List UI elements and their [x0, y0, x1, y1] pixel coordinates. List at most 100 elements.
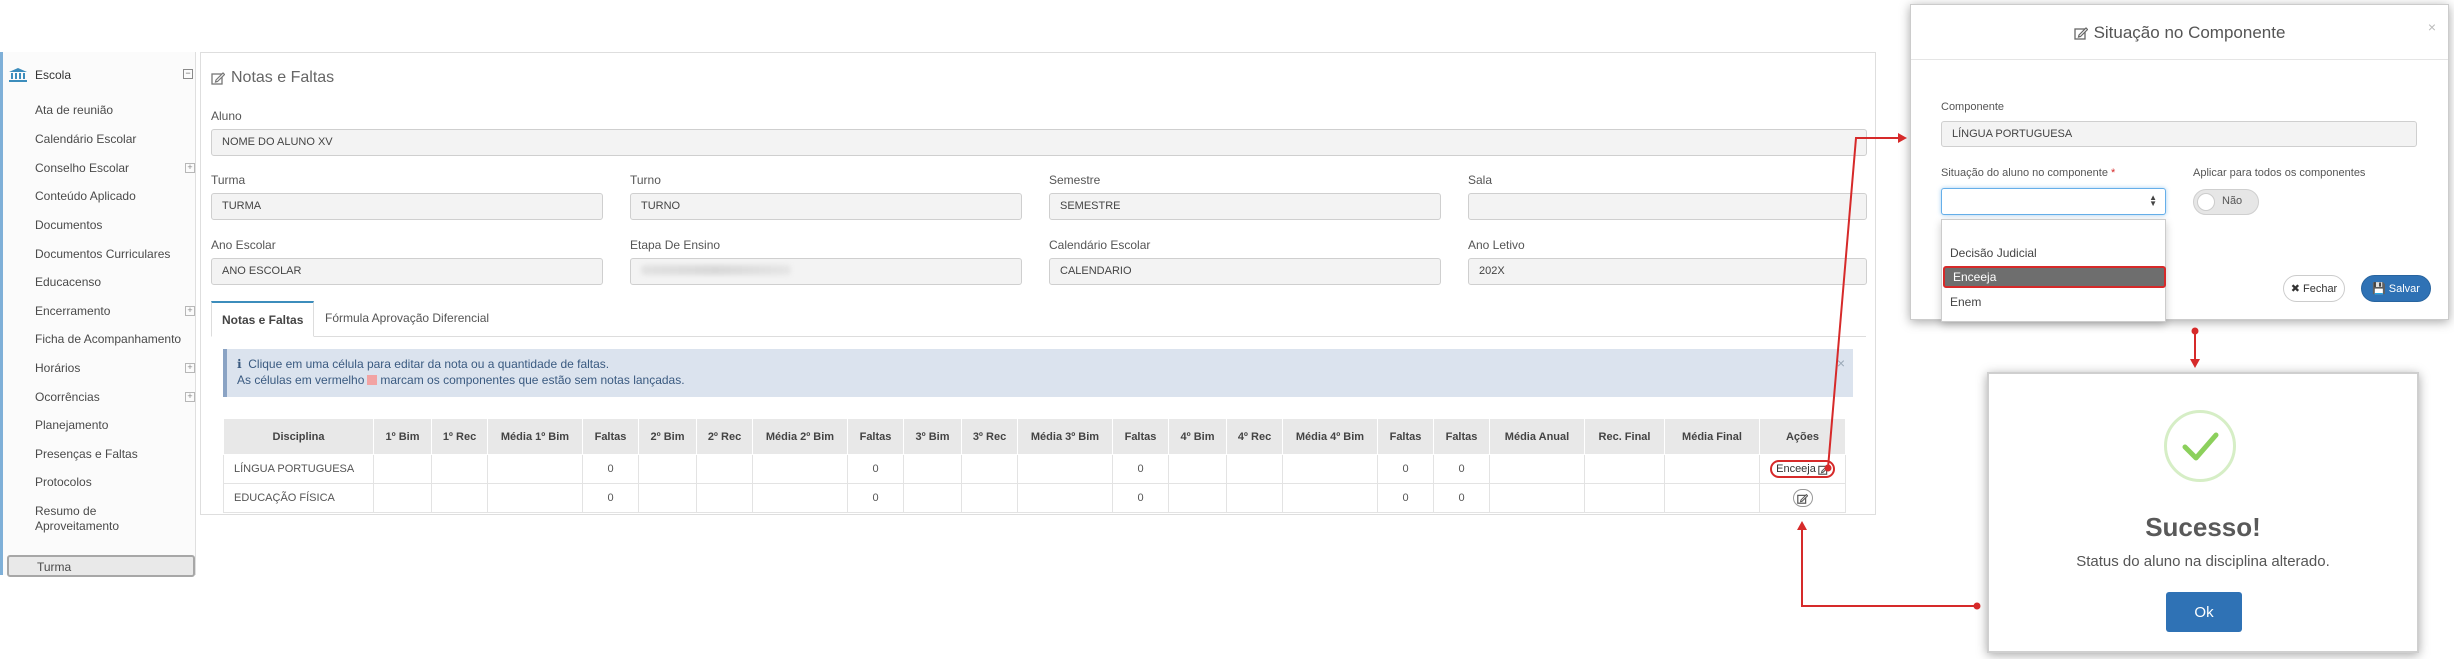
sidebar-item-5[interactable]: Documentos Curriculares — [35, 247, 195, 262]
sidebar-item-6[interactable]: Educacenso — [35, 275, 195, 290]
componente-field[interactable]: LÍNGUA PORTUGUESA — [1941, 121, 2417, 147]
grade-cell[interactable] — [373, 454, 432, 484]
sidebar-item-3[interactable]: Conteúdo Aplicado — [35, 189, 195, 204]
sidebar-item-label: Horários — [35, 361, 81, 375]
fechar-button[interactable]: ✖ Fechar — [2283, 275, 2345, 302]
sidebar-item-label: Educacenso — [35, 275, 102, 289]
discipline-cell: EDUCAÇÃO FÍSICA — [223, 483, 374, 513]
sidebar-item-7[interactable]: Encerramento + — [35, 304, 195, 319]
option-decisao-judicial[interactable]: Decisão Judicial — [1942, 242, 2165, 264]
sidebar-item-9[interactable]: Horários + — [35, 361, 195, 376]
grade-cell[interactable]: 0 — [1433, 454, 1490, 484]
grade-cell[interactable] — [961, 454, 1018, 484]
close-alert-icon[interactable]: × — [1837, 355, 1845, 371]
grade-cell[interactable] — [431, 483, 488, 513]
grade-cell[interactable]: 0 — [847, 454, 904, 484]
grade-cell[interactable] — [431, 454, 488, 484]
grade-cell[interactable] — [1584, 454, 1665, 484]
grade-cell[interactable] — [1489, 483, 1585, 513]
expand-icon[interactable]: + — [185, 392, 195, 402]
aplicar-todos-toggle[interactable]: Não — [2193, 189, 2259, 215]
sidebar-item-1[interactable]: Calendário Escolar — [35, 132, 195, 147]
grade-cell[interactable]: 0 — [582, 483, 639, 513]
semestre-field[interactable]: SEMESTRE — [1049, 193, 1441, 220]
edit-icon — [2073, 27, 2088, 40]
table-row: EDUCAÇÃO FÍSICA 0 0 0 0 0 — [223, 483, 1846, 513]
column-header: Faltas — [582, 418, 639, 455]
grade-cell[interactable] — [638, 483, 697, 513]
sidebar-item-12[interactable]: Presenças e Faltas — [35, 447, 195, 462]
tab-notas-faltas[interactable]: Notas e Faltas — [211, 301, 315, 337]
grade-cell[interactable]: 0 — [847, 483, 904, 513]
expand-icon[interactable]: + — [185, 363, 195, 373]
modal-title: Situação no Componente — [1911, 23, 2448, 43]
calendario-field[interactable]: CALENDARIO — [1049, 258, 1441, 285]
sidebar-item-14[interactable]: Resumo de Aproveitamento — [35, 504, 195, 534]
sidebar-item-label: Protocolos — [35, 475, 92, 489]
edit-status-button[interactable]: Enceeja — [1770, 460, 1835, 478]
sidebar-item-8[interactable]: Ficha de Acompanhamento — [35, 332, 195, 347]
grade-cell[interactable]: 0 — [1112, 454, 1169, 484]
grade-cell[interactable] — [1282, 454, 1378, 484]
close-icon[interactable]: × — [2428, 19, 2436, 35]
turno-field[interactable]: TURNO — [630, 193, 1022, 220]
sidebar-item-2[interactable]: Conselho Escolar + — [35, 161, 195, 176]
sala-field[interactable] — [1468, 193, 1867, 220]
grade-cell[interactable] — [696, 483, 753, 513]
ok-button[interactable]: Ok — [2166, 592, 2242, 632]
grade-cell[interactable]: 0 — [1377, 483, 1434, 513]
expand-icon[interactable]: + — [185, 163, 195, 173]
tab-formula-aprovacao[interactable]: Fórmula Aprovação Diferencial — [315, 301, 499, 337]
grade-cell[interactable] — [752, 483, 848, 513]
sidebar-item-10[interactable]: Ocorrências + — [35, 390, 195, 405]
edit-status-button[interactable] — [1792, 489, 1813, 507]
grade-cell[interactable]: 0 — [1433, 483, 1490, 513]
grade-cell[interactable] — [752, 454, 848, 484]
grade-cell[interactable] — [961, 483, 1018, 513]
grade-cell[interactable] — [1282, 483, 1378, 513]
tab-bar: Notas e Faltas Fórmula Aprovação Diferen… — [211, 301, 1866, 337]
grade-cell[interactable] — [903, 454, 962, 484]
grade-cell[interactable] — [1584, 483, 1665, 513]
grade-cell[interactable]: 0 — [1377, 454, 1434, 484]
sidebar-item-label: Encerramento — [35, 304, 111, 318]
grade-cell[interactable] — [1017, 454, 1113, 484]
sidebar-item-4[interactable]: Documentos — [35, 218, 195, 233]
turma-field[interactable]: TURMA — [211, 193, 603, 220]
grade-cell[interactable]: 0 — [582, 454, 639, 484]
salvar-button[interactable]: 💾 Salvar — [2361, 275, 2431, 302]
collapse-icon[interactable]: − — [183, 69, 193, 79]
ano-letivo-field[interactable]: 202X — [1468, 258, 1867, 285]
aluno-field[interactable]: NOME DO ALUNO XV — [211, 129, 1867, 156]
grade-cell[interactable] — [487, 454, 583, 484]
grade-cell[interactable] — [1489, 454, 1585, 484]
ano-escolar-field[interactable]: ANO ESCOLAR — [211, 258, 603, 285]
table-row: LÍNGUA PORTUGUESA 0 0 0 0 0 Enceeja — [223, 454, 1846, 484]
sidebar-item-label: Ocorrências — [35, 390, 100, 404]
grade-cell[interactable] — [696, 454, 753, 484]
grade-cell[interactable]: 0 — [1112, 483, 1169, 513]
sidebar-item-0[interactable]: Ata de reunião — [35, 103, 195, 118]
grade-cell[interactable] — [903, 483, 962, 513]
column-header: Rec. Final — [1584, 418, 1665, 455]
option-enceeja[interactable]: Enceeja — [1943, 266, 2166, 288]
sidebar-item-11[interactable]: Planejamento — [35, 418, 195, 433]
sidebar-item-15[interactable]: Turma — [7, 555, 195, 577]
expand-icon[interactable]: + — [185, 306, 195, 316]
grade-cell[interactable] — [638, 454, 697, 484]
sidebar-header-escola[interactable]: Escola − — [9, 64, 193, 86]
grade-cell[interactable] — [1226, 454, 1283, 484]
grade-cell[interactable] — [1226, 483, 1283, 513]
grade-cell[interactable] — [1017, 483, 1113, 513]
grade-cell[interactable] — [373, 483, 432, 513]
grade-cell[interactable] — [1664, 454, 1760, 484]
grade-cell[interactable] — [1168, 483, 1227, 513]
etapa-field-blurred[interactable] — [630, 258, 1022, 285]
grade-cell[interactable] — [487, 483, 583, 513]
option-enem[interactable]: Enem — [1942, 291, 2165, 313]
situacao-select[interactable]: ▲ ▼ — [1941, 188, 2166, 215]
grade-cell[interactable] — [1664, 483, 1760, 513]
sidebar-item-13[interactable]: Protocolos — [35, 475, 195, 490]
sidebar: Escola − Ata de reunião Calendário Escola… — [0, 52, 196, 577]
grade-cell[interactable] — [1168, 454, 1227, 484]
